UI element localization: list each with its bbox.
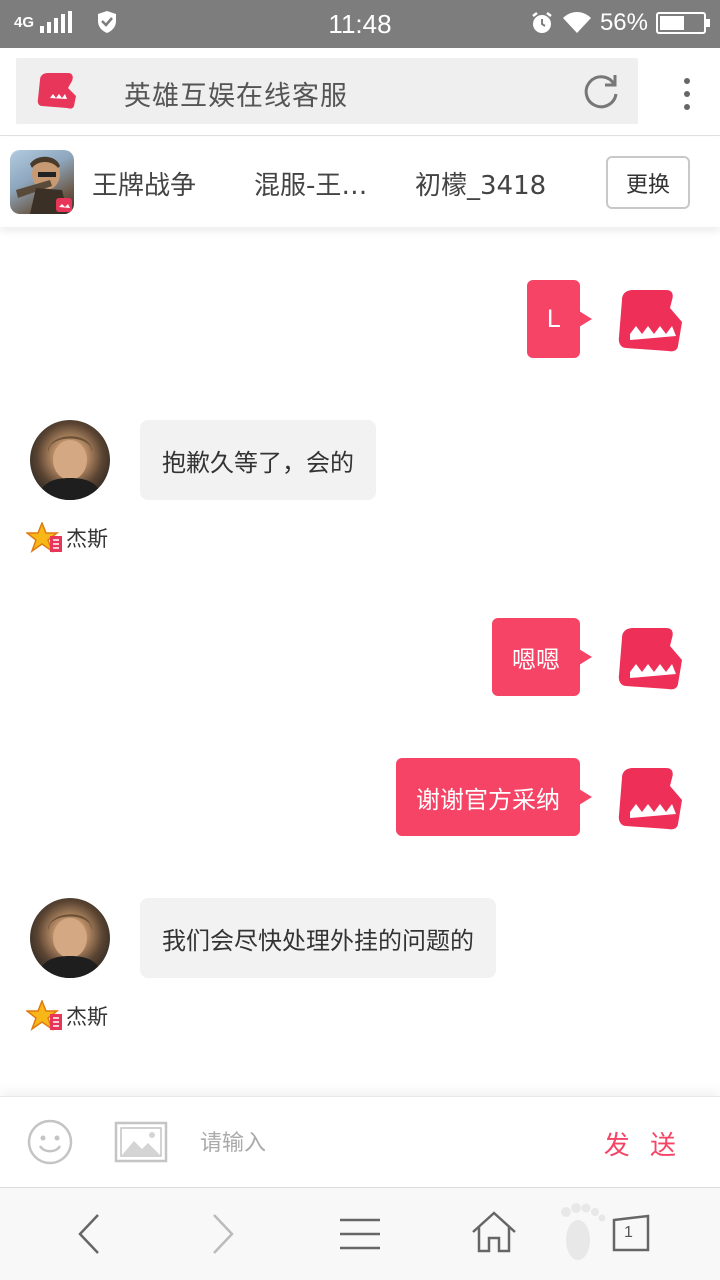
status-bar-right: 56% (530, 9, 710, 37)
user-avatar-icon (618, 628, 682, 690)
emoji-icon[interactable] (27, 1119, 73, 1165)
status-bar: 4G 11:48 56% (0, 0, 720, 48)
role-name: 初檬_3418 (415, 171, 547, 201)
agent-name: 杰斯 (66, 1005, 108, 1029)
page-title: 英雄互娱在线客服 (124, 81, 348, 112)
game-icon (10, 150, 74, 214)
more-menu-icon[interactable] (684, 78, 690, 110)
message-bubble[interactable]: L (526, 280, 593, 358)
back-icon[interactable] (74, 1212, 104, 1256)
tabs-button[interactable]: 1 (612, 1214, 652, 1254)
server-name: 混服-王… (254, 171, 368, 201)
agent-avatar (30, 420, 110, 500)
image-upload-icon[interactable] (114, 1121, 168, 1163)
tab-count: 1 (624, 1224, 633, 1241)
battery-percent: 56% (599, 9, 648, 36)
footprint-icon[interactable] (558, 1202, 606, 1264)
message-input[interactable] (200, 1123, 580, 1163)
forward-icon[interactable] (208, 1212, 238, 1256)
refresh-icon[interactable] (582, 72, 620, 110)
menu-icon[interactable] (338, 1216, 382, 1252)
agent-name-row: 杰斯 (26, 1000, 108, 1032)
agent-name: 杰斯 (66, 527, 108, 551)
address-box[interactable]: 英雄互娱在线客服 (16, 58, 638, 124)
message-input-bar: 发 送 (0, 1096, 720, 1188)
agent-name-row: 杰斯 (26, 522, 108, 554)
wifi-icon (562, 12, 591, 33)
battery-icon (656, 12, 710, 34)
user-avatar-icon (618, 290, 682, 352)
message-bubble[interactable]: 抱歉久等了，会的 (140, 420, 376, 500)
game-name: 王牌战争 (92, 171, 197, 201)
brand-logo-icon (37, 73, 76, 109)
send-button[interactable]: 发 送 (604, 1125, 682, 1162)
message-bubble[interactable]: 我们会尽快处理外挂的问题的 (140, 898, 496, 978)
agent-avatar (30, 898, 110, 978)
change-button[interactable]: 更换 (606, 156, 690, 209)
star-badge-icon (26, 1000, 62, 1031)
game-info-bar: 王牌战争 混服-王… 初檬_3418 更换 (0, 137, 720, 227)
message-bubble[interactable]: 谢谢官方采纳 (396, 758, 592, 836)
address-bar: 英雄互娱在线客服 (0, 48, 720, 136)
alarm-icon (532, 12, 552, 33)
user-avatar-icon (618, 768, 682, 830)
star-badge-icon (26, 522, 62, 553)
home-icon[interactable] (470, 1210, 518, 1254)
battery-fill (660, 16, 684, 30)
browser-nav-bar: 1 (0, 1188, 720, 1280)
message-bubble[interactable]: 嗯嗯 (492, 618, 592, 696)
